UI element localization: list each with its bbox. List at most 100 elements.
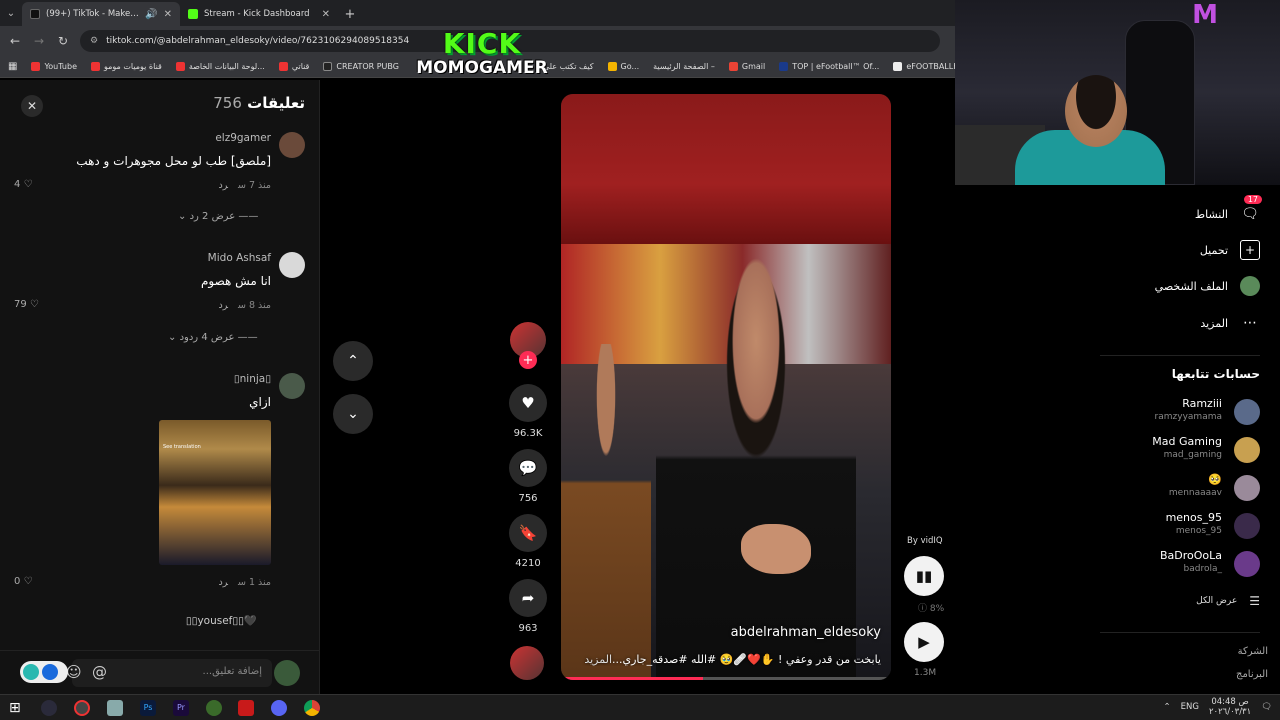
avatar[interactable] xyxy=(279,252,305,278)
nav-profile[interactable]: الملف الشخصي xyxy=(1155,276,1260,296)
bookmark-item[interactable]: Go... xyxy=(607,62,639,71)
chrome-icon[interactable] xyxy=(304,700,320,716)
reply-button[interactable]: رد xyxy=(219,577,228,588)
bookmark-item[interactable]: TOP | eFootball™ Of... xyxy=(779,62,879,71)
nav-label: تحميل xyxy=(1199,243,1228,257)
avatar xyxy=(1234,399,1260,425)
nav-upload[interactable]: + تحميل xyxy=(1200,240,1260,260)
stream-overlay-logo: KICK MOMOGAMER xyxy=(412,30,552,79)
following-account[interactable]: menos_95 menos_95 xyxy=(1060,511,1260,541)
like-comment-button[interactable]: 79 ♡ xyxy=(14,299,39,310)
apps-icon[interactable]: ▦ xyxy=(8,61,17,72)
like-comment-button[interactable]: 0 ♡ xyxy=(14,576,33,587)
acrobat-icon[interactable] xyxy=(238,700,254,716)
view-replies-button[interactable]: —— عرض 4 ردود ⌄ xyxy=(168,332,258,343)
video-username[interactable]: abdelrahman_eldesoky xyxy=(731,625,881,640)
following-account[interactable]: 🥺 mennaaaav xyxy=(1060,473,1260,503)
follow-plus-icon[interactable]: + xyxy=(519,351,537,369)
language-indicator[interactable]: ENG xyxy=(1181,702,1199,712)
bookmark-item[interactable]: قناتي xyxy=(278,62,309,71)
forward-icon[interactable]: → xyxy=(32,34,46,48)
bookmark-item[interactable]: Gmail xyxy=(728,62,765,71)
app-icon[interactable] xyxy=(107,700,123,716)
vidiq-label: By vidIQ xyxy=(907,536,943,546)
discord-icon[interactable] xyxy=(271,700,287,716)
windows-start-icon[interactable]: ⊞ xyxy=(9,700,21,716)
nav-label: النشاط xyxy=(1194,207,1228,221)
like-comment-button[interactable]: 4 ♡ xyxy=(14,179,33,190)
avatar[interactable] xyxy=(279,132,305,158)
following-account[interactable]: BaDroOoLa badrola_ xyxy=(1060,549,1260,579)
save-button[interactable]: 🔖 xyxy=(509,514,547,552)
following-account[interactable]: Mad Gaming mad_gaming xyxy=(1060,435,1260,465)
vidiq-percent: ⓘ 8% xyxy=(918,601,944,614)
tab-kick[interactable]: Stream - Kick Dashboard ✕ xyxy=(180,2,338,26)
close-tab-icon[interactable]: ✕ xyxy=(322,9,330,20)
close-tab-icon[interactable]: ✕ xyxy=(164,9,172,20)
mention-icon[interactable]: @ xyxy=(92,663,107,681)
footer-company-link[interactable]: الشركة xyxy=(1238,646,1268,657)
emoji-icon[interactable]: ☺ xyxy=(66,663,82,681)
share-button[interactable]: ➦ xyxy=(509,579,547,617)
recorder-icon[interactable] xyxy=(74,700,90,716)
video-player[interactable]: abdelrahman_eldesoky يابخت من قدر وعفي !… xyxy=(561,94,891,680)
site-info-icon[interactable]: ⚙ xyxy=(90,36,98,46)
bookmark-item[interactable]: لوحة البيانات الخاصة... xyxy=(175,62,265,71)
avatar xyxy=(274,660,300,686)
like-button[interactable]: ♥ xyxy=(509,384,547,422)
comment-button[interactable]: 💬 xyxy=(509,449,547,487)
chevron-up-icon: ⌃ xyxy=(347,353,359,369)
following-account[interactable]: Ramziii ramzyyamama xyxy=(1060,397,1260,427)
comment-username[interactable]: Mido Ashsaf xyxy=(208,252,271,264)
photoshop-icon[interactable]: Ps xyxy=(140,700,156,716)
comment-image[interactable]: See translation xyxy=(159,420,271,565)
extension-pill[interactable] xyxy=(20,661,68,683)
obs-icon[interactable] xyxy=(41,700,57,716)
reply-button[interactable]: رد xyxy=(219,300,228,311)
power-icon xyxy=(23,664,39,680)
view-replies-label: عرض 4 ردود xyxy=(179,332,235,343)
comment-username[interactable]: ▯ninja▯ xyxy=(234,373,271,385)
see-all-button[interactable]: ☰ عرض الكل xyxy=(1196,594,1260,608)
footer-program-link[interactable]: البرنامج xyxy=(1236,669,1268,680)
previous-video-button[interactable]: ⌃ xyxy=(333,341,373,381)
back-icon[interactable]: ← xyxy=(8,34,22,48)
streamer-name: MOMOGAMER xyxy=(416,58,548,78)
notifications-icon[interactable]: 🗨 xyxy=(1261,702,1272,712)
vidiq-stats-button[interactable]: ▮▮ xyxy=(904,556,944,596)
reload-icon[interactable]: ↻ xyxy=(56,34,70,48)
avatar[interactable] xyxy=(279,373,305,399)
bookmark-item[interactable]: CREATOR PUBG xyxy=(323,62,399,71)
tray-expand-icon[interactable]: ⌃ xyxy=(1163,702,1170,712)
premiere-icon[interactable]: Pr xyxy=(173,700,189,716)
person-right xyxy=(656,244,856,680)
mute-icon[interactable]: 🔊 xyxy=(145,9,157,20)
app-icon[interactable] xyxy=(206,700,222,716)
bookmark-item[interactable]: الصفحة الرئيسية – xyxy=(653,62,715,71)
play-button[interactable]: ▶ xyxy=(904,622,944,662)
nav-more[interactable]: ⋯ المزيد xyxy=(1200,313,1260,333)
tab-tiktok[interactable]: (99+) TikTok - Make Your Day 🔊 ✕ xyxy=(22,2,180,26)
bookmark-item[interactable]: eFOOTBALLHUB xyxy=(893,62,955,71)
bookmark-label: CREATOR PUBG xyxy=(336,62,399,71)
comment-username[interactable]: 🖤▯▯yousef▯▯ xyxy=(186,614,257,627)
neon-logo: M xyxy=(1192,0,1218,30)
comment-text: ازاي xyxy=(249,395,271,409)
vidiq-percent-value: 8% xyxy=(929,604,945,614)
tab-search-button[interactable]: ⌄ xyxy=(0,0,22,26)
new-tab-button[interactable]: + xyxy=(338,2,362,26)
video-progress-bar[interactable] xyxy=(561,677,891,680)
next-video-button[interactable]: ⌄ xyxy=(333,394,373,434)
bookmark-item[interactable]: YouTube xyxy=(31,62,77,71)
bookmark-item[interactable]: قناة يوميات مومو xyxy=(90,62,162,71)
sound-avatar[interactable] xyxy=(510,646,544,680)
close-comments-button[interactable]: ✕ xyxy=(21,95,43,117)
reply-button[interactable]: رد xyxy=(219,180,228,191)
comment-username[interactable]: elz9gamer xyxy=(215,132,271,144)
caption-more-button[interactable]: المزيد xyxy=(584,653,612,666)
clock[interactable]: 04:48 ص ٢٠٢٦/٠٣/٣١ xyxy=(1209,697,1251,717)
bar-chart-icon: ▮▮ xyxy=(915,567,933,585)
nav-activity[interactable]: 🗨 17 النشاط xyxy=(1194,195,1262,224)
hand xyxy=(741,524,811,574)
view-replies-button[interactable]: —— عرض 2 رد ⌄ xyxy=(178,211,258,222)
